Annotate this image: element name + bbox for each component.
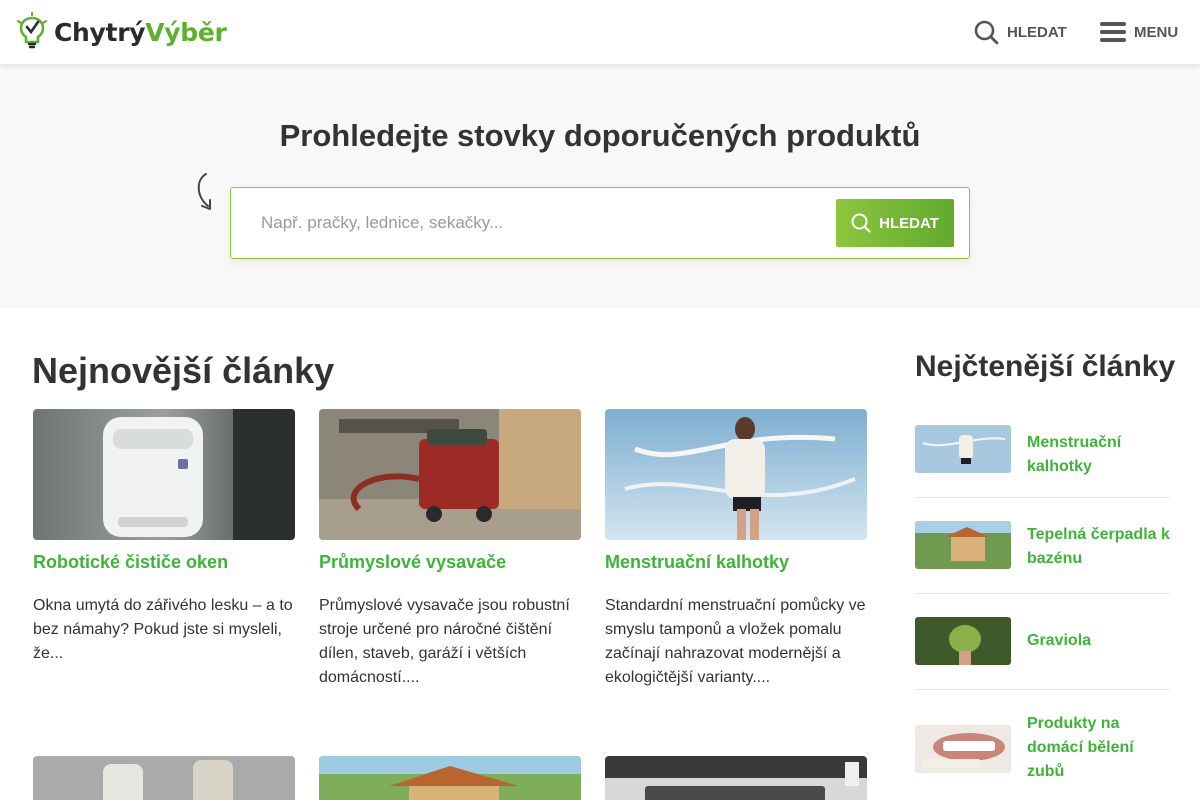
popular-article-item[interactable]: Graviola [915,594,1170,690]
search-icon [851,213,871,233]
popular-articles-heading: Nejčtenější články [915,350,1176,383]
lightbulb-icon [17,12,47,49]
search-input[interactable] [247,200,827,246]
article-card[interactable]: Robotické čističe oken Okna umytá do zář… [33,409,295,666]
popular-article-item[interactable]: Produkty na domácí bělení zubů [915,690,1170,800]
popular-article-image[interactable] [915,725,1011,773]
popular-article-image[interactable] [915,617,1011,665]
popular-article-title[interactable]: Tepelná čerpadla k bazénu [1027,523,1170,571]
logo-text-part2: Výběr [145,17,227,47]
header-menu-button[interactable]: MENU [1100,16,1178,48]
search-icon [974,20,999,44]
hero-search-section: Prohledejte stovky doporučených produktů… [0,64,1200,308]
hamburger-menu-icon [1100,22,1126,42]
popular-article-title[interactable]: Produkty na domácí bělení zubů [1027,712,1170,784]
logo-text-part1: Chytrý [54,17,146,47]
article-image-industrial-vacuum[interactable] [319,409,581,540]
article-image-partial[interactable] [319,756,581,800]
popular-article-item[interactable]: Tepelná čerpadla k bazénu [915,498,1170,594]
header-menu-label: MENU [1134,23,1179,41]
main-content: Nejnovější články Robotické čističe oken… [0,308,1200,800]
popular-article-item[interactable]: Menstruační kalhotky [915,415,1170,498]
article-title[interactable]: Průmyslové vysavače [319,550,581,574]
search-box: HLEDAT [230,187,970,259]
article-title[interactable]: Robotické čističe oken [33,550,295,574]
article-image-period-underwear[interactable] [605,409,867,540]
article-description: Okna umytá do zářivého lesku – a to bez … [33,597,293,662]
hero-title: Prohledejte stovky doporučených produktů [279,118,921,153]
popular-article-image[interactable] [915,521,1011,569]
newest-articles-heading: Nejnovější články [32,350,335,391]
article-title[interactable]: Menstruační kalhotky [605,550,867,574]
popular-article-image[interactable] [915,425,1011,473]
article-image-partial[interactable] [605,756,867,800]
curved-arrow-icon [197,173,211,210]
popular-article-title[interactable]: Graviola [1027,629,1170,653]
article-description: Standardní menstruační pomůcky ve smyslu… [605,597,866,686]
logo-text: ChytrýVýběr [54,18,227,47]
article-image-partial[interactable] [33,756,295,800]
article-description: Průmyslové vysavače jsou robustní stroje… [319,597,570,686]
popular-article-title[interactable]: Menstruační kalhotky [1027,431,1170,479]
header-search-label: HLEDAT [1007,23,1067,41]
site-header: ChytrýVýběr HLEDAT MENU [0,0,1200,64]
header-search-button[interactable]: HLEDAT [974,16,1067,48]
article-card[interactable]: Průmyslové vysavače Průmyslové vysavače … [319,409,581,690]
article-image-window-robot[interactable] [33,409,295,540]
site-logo[interactable]: ChytrýVýběr [16,12,227,52]
search-button-label: HLEDAT [879,214,939,232]
article-card[interactable]: Menstruační kalhotky Standardní menstrua… [605,409,867,690]
search-submit-button[interactable]: HLEDAT [836,199,954,247]
